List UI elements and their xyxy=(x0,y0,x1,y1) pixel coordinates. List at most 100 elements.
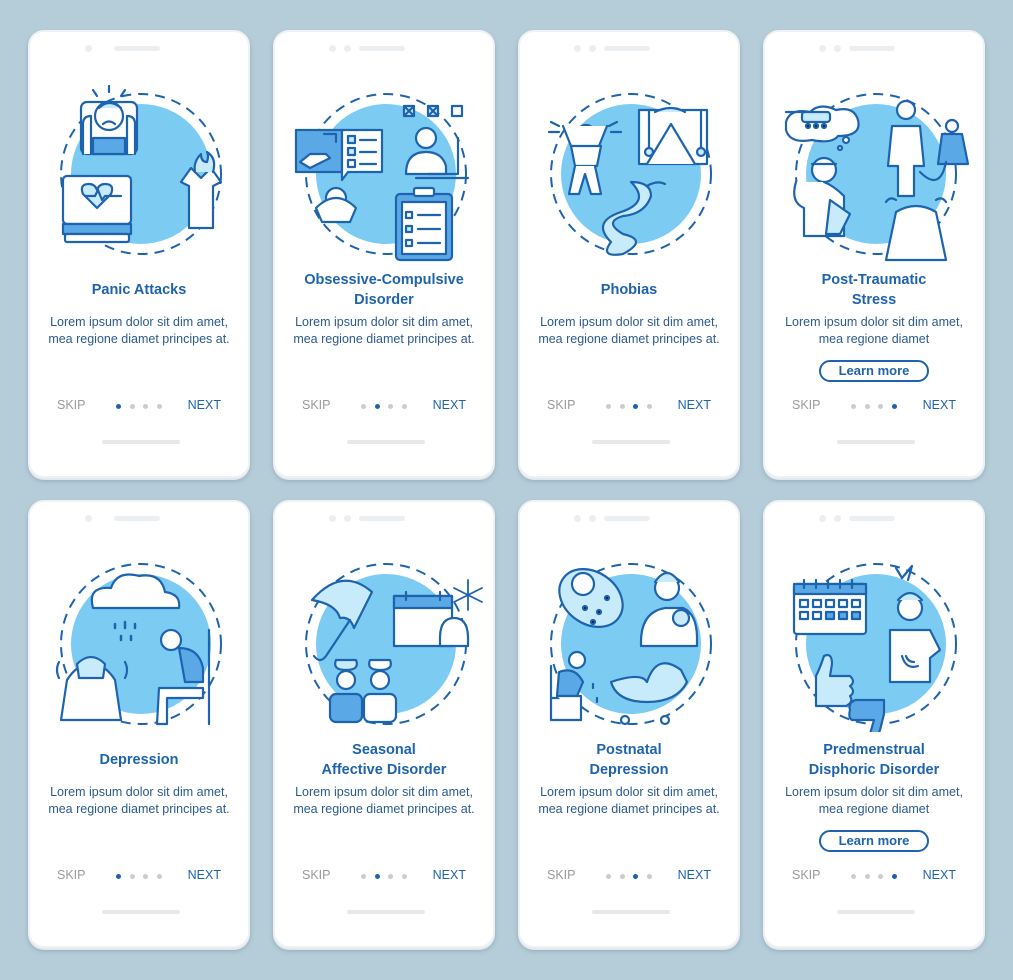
learn-more-button[interactable]: Learn more xyxy=(819,360,929,382)
page-dot[interactable] xyxy=(388,874,393,879)
onboarding-screen-8: Predmenstrual Disphoric Disorder Lorem ip… xyxy=(763,500,985,948)
skip-button[interactable]: SKIP xyxy=(792,398,821,412)
next-button[interactable]: NEXT xyxy=(188,398,221,412)
screen-description: Lorem ipsum dolor sit dim amet, mea regi… xyxy=(538,785,720,816)
sensor-dot xyxy=(344,45,351,52)
page-dot[interactable] xyxy=(129,874,135,879)
skip-button[interactable]: SKIP xyxy=(792,868,821,882)
illustration-svg xyxy=(547,93,712,256)
camera-dot xyxy=(85,45,92,52)
camera-dot xyxy=(819,515,826,522)
page-dot[interactable] xyxy=(143,874,148,879)
page-dot[interactable] xyxy=(851,404,856,409)
page-dot[interactable] xyxy=(361,404,366,409)
panic-attacks-illustration xyxy=(41,82,241,262)
screen-title: Depression xyxy=(99,752,179,768)
page-dot-active[interactable] xyxy=(374,404,380,409)
screen-description: Lorem ipsum dolor sit dim amet, mea regi… xyxy=(785,315,963,346)
illustration-svg xyxy=(60,84,223,255)
page-dot-active[interactable] xyxy=(116,874,121,879)
page-indicator xyxy=(116,874,166,880)
page-dot[interactable] xyxy=(129,404,135,409)
page-dot[interactable] xyxy=(143,404,148,409)
home-indicator xyxy=(347,910,425,914)
page-dot[interactable] xyxy=(606,404,611,409)
page-indicator xyxy=(606,874,656,880)
onboarding-nav: SKIP NEXT xyxy=(30,396,248,416)
skip-button[interactable]: SKIP xyxy=(57,868,86,882)
onboarding-screen-2: Obsessive-Compulsive Disorder Lorem ipsum… xyxy=(273,30,495,478)
page-dot[interactable] xyxy=(646,874,652,879)
next-button[interactable]: NEXT xyxy=(188,868,221,882)
page-dot-active[interactable] xyxy=(116,404,121,409)
onboarding-screen-1: Panic Attacks Lorem ipsum dolor sit dim … xyxy=(28,30,250,478)
screen-title: Phobias xyxy=(600,282,658,298)
screen-title: Seasonal Affective Disorder xyxy=(283,740,485,780)
page-dot[interactable] xyxy=(619,874,625,879)
page-dot[interactable] xyxy=(864,404,870,409)
page-dot[interactable] xyxy=(646,404,652,409)
skip-button[interactable]: SKIP xyxy=(302,868,331,882)
skip-button[interactable]: SKIP xyxy=(302,398,331,412)
seasonal-affective-illustration xyxy=(286,552,486,732)
speaker-grill xyxy=(359,46,405,51)
screen-description: Lorem ipsum dolor sit dim amet, mea regi… xyxy=(538,315,720,346)
illustration-svg xyxy=(294,93,470,262)
phone-top-bar xyxy=(520,43,738,53)
skip-button[interactable]: SKIP xyxy=(57,398,86,412)
learn-more-button[interactable]: Learn more xyxy=(819,830,929,852)
onboarding-nav: SKIP NEXT xyxy=(30,866,248,886)
next-button[interactable]: NEXT xyxy=(433,868,466,882)
onboarding-screen-5: Depression Lorem ipsum dolor sit dim ame… xyxy=(28,500,250,948)
screen-title-line: Post-Traumatic xyxy=(821,272,927,288)
page-dot-active[interactable] xyxy=(891,404,897,409)
page-dot[interactable] xyxy=(361,874,366,879)
ptsd-illustration xyxy=(776,82,976,262)
screen-title-line: Disphoric Disorder xyxy=(808,762,940,778)
phone-top-bar xyxy=(275,513,493,523)
page-indicator xyxy=(116,404,166,410)
page-dot[interactable] xyxy=(156,404,162,409)
speaker-grill xyxy=(359,516,405,521)
depression-illustration xyxy=(41,552,241,732)
ocd-illustration xyxy=(286,82,486,262)
next-button[interactable]: NEXT xyxy=(678,398,711,412)
page-dot[interactable] xyxy=(388,404,393,409)
phone-top-bar xyxy=(520,513,738,523)
sensor-dot xyxy=(834,515,841,522)
next-button[interactable]: NEXT xyxy=(433,398,466,412)
page-dot-active[interactable] xyxy=(374,874,380,879)
onboarding-screen-4: Post-Traumatic Stress Lorem ipsum dolor s… xyxy=(763,30,985,478)
skip-button[interactable]: SKIP xyxy=(547,398,576,412)
home-indicator xyxy=(592,910,670,914)
page-dot-active[interactable] xyxy=(633,874,638,879)
page-dot[interactable] xyxy=(851,874,856,879)
screen-title-line: Depression xyxy=(589,762,669,778)
page-dot[interactable] xyxy=(401,874,407,879)
page-dot[interactable] xyxy=(156,874,162,879)
page-dot-active[interactable] xyxy=(633,404,638,409)
next-button[interactable]: NEXT xyxy=(923,868,956,882)
page-dot[interactable] xyxy=(864,874,870,879)
onboarding-nav: SKIP NEXT xyxy=(765,866,983,886)
screen-title: Obsessive-Compulsive Disorder xyxy=(283,270,485,310)
onboarding-screen-3: Phobias Lorem ipsum dolor sit dim amet, … xyxy=(518,30,740,478)
next-button[interactable]: NEXT xyxy=(923,398,956,412)
page-dot[interactable] xyxy=(401,404,407,409)
page-dot-active[interactable] xyxy=(891,874,897,879)
screen-description: Lorem ipsum dolor sit dim amet, mea regi… xyxy=(293,785,475,816)
skip-button[interactable]: SKIP xyxy=(547,868,576,882)
next-button[interactable]: NEXT xyxy=(678,868,711,882)
screen-title-line: Seasonal xyxy=(352,742,416,758)
page-dot[interactable] xyxy=(878,874,883,879)
phone-top-bar xyxy=(765,513,983,523)
sensor-dot xyxy=(344,515,351,522)
page-dot[interactable] xyxy=(606,874,611,879)
page-dot[interactable] xyxy=(878,404,883,409)
phone-top-bar xyxy=(275,43,493,53)
illustration-svg xyxy=(792,563,957,738)
camera-dot xyxy=(329,515,336,522)
home-indicator xyxy=(837,440,915,444)
page-dot[interactable] xyxy=(619,404,625,409)
camera-dot xyxy=(819,45,826,52)
